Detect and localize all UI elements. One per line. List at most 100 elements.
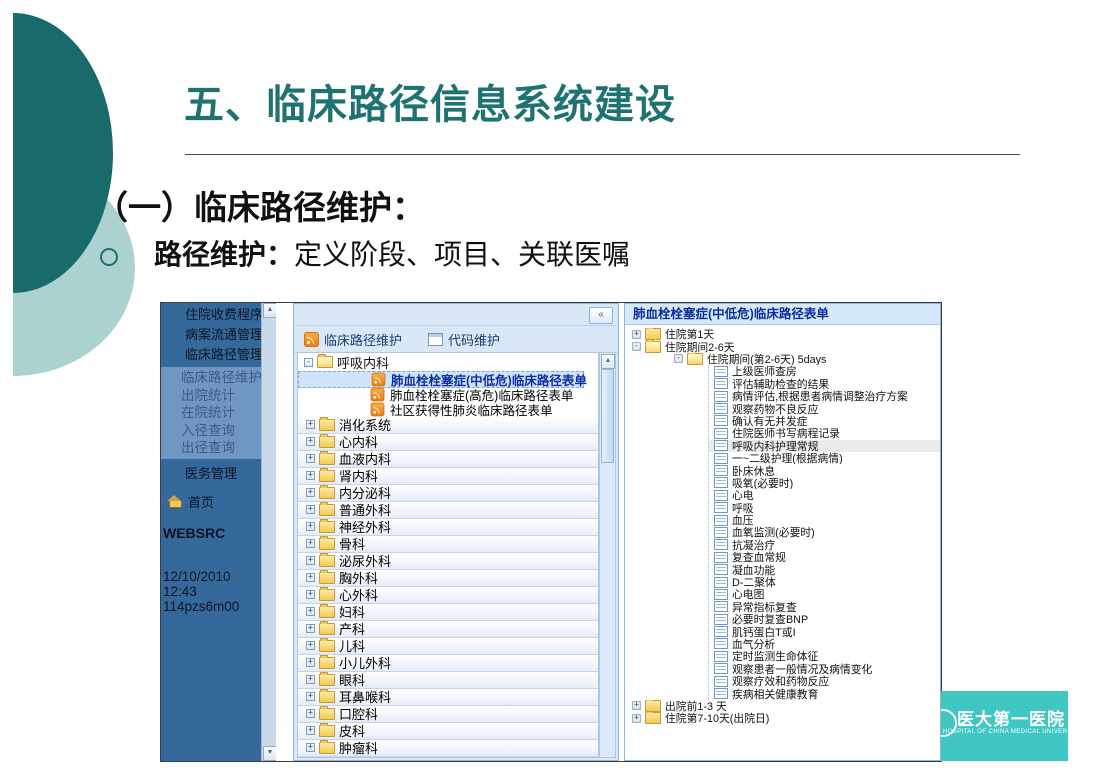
expand-node-icon[interactable] — [306, 743, 315, 752]
order-item-row[interactable]: 观察患者一般情况及病情变化 — [709, 663, 940, 675]
department-row[interactable]: 血液内科 — [298, 451, 598, 468]
expand-node-icon[interactable] — [306, 709, 315, 718]
department-row[interactable]: 口腔科 — [298, 706, 598, 723]
order-item-row[interactable]: 确认有无并发症 — [709, 415, 940, 427]
slide: 五、临床路径信息系统建设 （一）临床路径维护： 路径维护：定义阶段、项目、关联医… — [0, 0, 1110, 784]
expand-node-icon[interactable] — [306, 692, 315, 701]
pathway-maintain-button[interactable]: 临床路径维护 — [304, 330, 402, 349]
stage-period-sub[interactable]: 住院期间(第2-6天) 5days — [625, 353, 940, 365]
department-row[interactable]: 消化系统 — [298, 417, 598, 434]
order-item-row[interactable]: 肌钙蛋白T或I — [709, 625, 940, 637]
department-row[interactable]: 内分泌科 — [298, 485, 598, 502]
department-row[interactable]: 神经外科 — [298, 519, 598, 536]
order-item-row[interactable]: 血气分析 — [709, 638, 940, 650]
sidebar-item-manage[interactable]: 医务管理 — [161, 464, 276, 484]
order-item-row[interactable]: 心电图 — [709, 588, 940, 600]
expand-node-icon[interactable] — [306, 556, 315, 565]
expand-node-icon[interactable] — [306, 590, 315, 599]
department-row[interactable]: 神经内科 — [298, 757, 598, 759]
expand-node-icon[interactable] — [306, 675, 315, 684]
expand-node-icon[interactable] — [306, 726, 315, 735]
expand-node-icon[interactable] — [632, 714, 641, 723]
order-item-row[interactable]: 必要时复查BNP — [709, 613, 940, 625]
tree-node-respiratory[interactable]: 呼吸内科 — [298, 353, 598, 371]
order-item-row[interactable]: D-二聚体 — [709, 576, 940, 588]
expand-node-icon[interactable] — [306, 454, 315, 463]
department-row[interactable]: 骨科 — [298, 536, 598, 553]
expand-node-icon[interactable] — [306, 624, 315, 633]
sidebar-submenu-item[interactable]: 出径查询 — [161, 439, 276, 457]
sidebar-submenu-item[interactable]: 入径查询 — [161, 422, 276, 440]
expand-node-icon[interactable] — [306, 641, 315, 650]
stage-day1[interactable]: 住院第1天 — [625, 328, 940, 340]
order-item-row[interactable]: 抗凝治疗 — [709, 539, 940, 551]
order-item-row[interactable]: 观察疗效和药物反应 — [709, 675, 940, 687]
order-item-row[interactable]: 评估辅助检查的结果 — [709, 378, 940, 390]
order-item-row[interactable]: 病情评估,根据患者病情调整治疗方案 — [709, 390, 940, 402]
scrollbar-thumb[interactable] — [601, 369, 614, 463]
department-row[interactable]: 心内科 — [298, 434, 598, 451]
collapse-node-icon[interactable] — [632, 342, 641, 351]
expand-node-icon[interactable] — [306, 505, 315, 514]
order-item-row[interactable]: 复查血常规 — [709, 551, 940, 563]
department-row[interactable]: 心外科 — [298, 587, 598, 604]
order-item-row[interactable]: 上级医师查房 — [709, 365, 940, 377]
order-item-row[interactable]: 呼吸内科护理常规 — [709, 440, 940, 452]
expand-node-icon[interactable] — [306, 658, 315, 667]
order-item-row[interactable]: 呼吸 — [709, 501, 940, 513]
order-item-row[interactable]: 凝血功能 — [709, 563, 940, 575]
department-row[interactable]: 泌尿外科 — [298, 553, 598, 570]
stage-discharge-pre[interactable]: 出院前1-3 天 — [625, 700, 940, 712]
stage-period[interactable]: 住院期间2-6天 — [625, 340, 940, 352]
department-row[interactable]: 耳鼻喉科 — [298, 689, 598, 706]
expand-node-icon[interactable] — [306, 488, 315, 497]
sidebar-submenu-item[interactable]: 出院统计 — [161, 387, 276, 405]
department-row[interactable]: 肾内科 — [298, 468, 598, 485]
order-item-row[interactable]: 疾病相关健康教育 — [709, 687, 940, 699]
order-item-row[interactable]: 血氧监测(必要时) — [709, 526, 940, 538]
sidebar-menu-item[interactable]: 临床路径管理 — [161, 345, 276, 365]
expand-node-icon[interactable] — [306, 471, 315, 480]
expand-node-icon[interactable] — [306, 607, 315, 616]
scroll-up-icon[interactable]: ▲ — [263, 303, 276, 318]
sidebar-menu-item[interactable]: 住院收费程序组 — [161, 305, 276, 325]
order-item-row[interactable]: 一~二级护理(根据病情) — [709, 452, 940, 464]
order-item-row[interactable]: 卧床休息 — [709, 464, 940, 476]
department-row[interactable]: 胸外科 — [298, 570, 598, 587]
department-row[interactable]: 妇科 — [298, 604, 598, 621]
scroll-down-icon[interactable]: ▼ — [263, 746, 276, 761]
order-item-row[interactable]: 定时监测生命体征 — [709, 650, 940, 662]
expand-node-icon[interactable] — [306, 573, 315, 582]
expand-node-icon[interactable] — [306, 539, 315, 548]
collapse-node-icon[interactable] — [674, 355, 683, 364]
stage-discharge-day[interactable]: 住院第7-10天(出院日) — [625, 712, 940, 724]
department-row[interactable]: 小儿外科 — [298, 655, 598, 672]
expand-node-icon[interactable] — [306, 522, 315, 531]
order-item-row[interactable]: 住院医师书写病程记录 — [709, 427, 940, 439]
scroll-up-icon[interactable]: ▲ — [601, 354, 615, 369]
order-item-row[interactable]: 血压 — [709, 514, 940, 526]
sidebar-scrollbar[interactable]: ▲ ▼ — [261, 303, 276, 761]
department-row[interactable]: 肿瘤科 — [298, 740, 598, 757]
order-item-row[interactable]: 吸氧(必要时) — [709, 477, 940, 489]
department-row[interactable]: 皮科 — [298, 723, 598, 740]
tree-scrollbar[interactable]: ▲ — [599, 352, 616, 758]
collapse-node-icon[interactable] — [304, 358, 313, 367]
department-row[interactable]: 眼科 — [298, 672, 598, 689]
department-row[interactable]: 儿科 — [298, 638, 598, 655]
collapse-panel-button[interactable]: « — [589, 307, 613, 324]
order-item-row[interactable]: 异常指标复查 — [709, 601, 940, 613]
expand-node-icon[interactable] — [306, 420, 315, 429]
sidebar-submenu-item[interactable]: 在院统计 — [161, 404, 276, 422]
expand-node-icon[interactable] — [306, 437, 315, 446]
department-row[interactable]: 产科 — [298, 621, 598, 638]
expand-node-icon[interactable] — [632, 702, 641, 711]
order-item-row[interactable]: 心电 — [709, 489, 940, 501]
sidebar-submenu-item[interactable]: 临床路径维护 — [161, 369, 276, 387]
code-maintain-button[interactable]: 代码维护 — [428, 330, 516, 349]
sidebar-item-home[interactable]: 首页 — [167, 492, 276, 511]
order-item-row[interactable]: 观察药物不良反应 — [709, 402, 940, 414]
department-row[interactable]: 普通外科 — [298, 502, 598, 519]
expand-node-icon[interactable] — [632, 330, 641, 339]
sidebar-menu-item[interactable]: 病案流通管理 — [161, 325, 276, 345]
